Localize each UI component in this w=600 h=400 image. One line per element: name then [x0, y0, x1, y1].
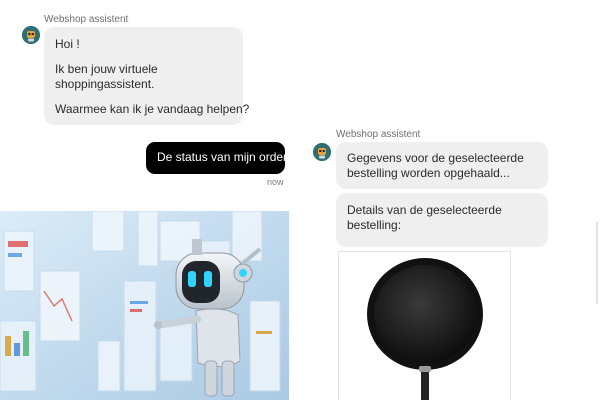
sender-name: Webshop assistent [44, 14, 129, 25]
message-line: Gegevens voor de geselecteerde [347, 151, 524, 165]
sender-name: Webshop assistent [336, 129, 421, 140]
message-line: bestelling worden opgehaald... [347, 166, 510, 180]
product-card[interactable] [338, 251, 511, 400]
details-message: Details van de geselecteerde bestelling: [336, 193, 548, 247]
frying-pan-image [367, 258, 483, 400]
user-message-text: De status van mijn order [157, 150, 288, 164]
greeting-line: shoppingassistent. [55, 77, 155, 91]
fetching-message: Gegevens voor de geselecteerde bestellin… [336, 142, 548, 189]
message-line: Details van de geselecteerde [347, 203, 502, 217]
robot-illustration [0, 211, 289, 400]
message-timestamp: now [267, 177, 284, 187]
bot-avatar-icon [313, 143, 331, 161]
bot-avatar-icon [22, 26, 40, 44]
greeting-line: Waarmee kan ik je vandaag helpen? [55, 102, 250, 116]
message-line: bestelling: [347, 218, 402, 232]
greeting-message: Hoi ! Ik ben jouw virtuele shoppingassis… [44, 27, 250, 125]
scrollbar-edge [596, 222, 598, 304]
greeting-line: Hoi ! [55, 37, 80, 51]
user-message: De status van mijn order [146, 142, 288, 174]
greeting-line: Ik ben jouw virtuele [55, 62, 158, 76]
